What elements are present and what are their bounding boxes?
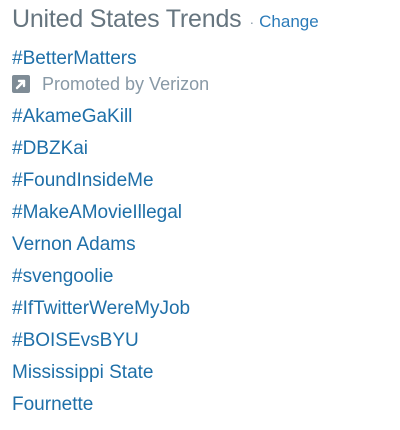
trend-item: Fournette	[12, 389, 392, 421]
promoted-trend-item: #BetterMatters Promoted by Verizon	[12, 45, 392, 96]
trend-link-fournette[interactable]: Fournette	[12, 389, 392, 421]
trend-list: #BetterMatters Promoted by Verizon #Akam…	[12, 45, 392, 421]
promoted-line: Promoted by Verizon	[12, 72, 392, 96]
trend-link-boisevsbyu[interactable]: #BOISEvsBYU	[12, 325, 392, 357]
trend-item: #svengoolie	[12, 261, 392, 293]
trend-link-makeamovieillegal[interactable]: #MakeAMovieIllegal	[12, 197, 392, 229]
trend-item: #FoundInsideMe	[12, 165, 392, 197]
trend-link-vernon-adams[interactable]: Vernon Adams	[12, 229, 392, 261]
trend-link-mississippi-state[interactable]: Mississippi State	[12, 357, 392, 389]
trend-item: #BOISEvsBYU	[12, 325, 392, 357]
trend-item: Vernon Adams	[12, 229, 392, 261]
trend-item: #IfTwitterWereMyJob	[12, 293, 392, 325]
trend-link-iftwitterweremyjob[interactable]: #IfTwitterWereMyJob	[12, 293, 392, 325]
trends-module: United States Trends · Change #BetterMat…	[0, 0, 400, 430]
trend-link-akamegakill[interactable]: #AkameGaKill	[12, 101, 392, 133]
change-location-link[interactable]: Change	[259, 12, 319, 32]
trend-item: Mississippi State	[12, 357, 392, 389]
trend-link-svengoolie[interactable]: #svengoolie	[12, 261, 392, 293]
trends-header: United States Trends · Change	[12, 5, 319, 37]
promoted-by-text: Promoted by Verizon	[42, 73, 210, 94]
trend-item: #MakeAMovieIllegal	[12, 197, 392, 229]
promoted-arrow-icon	[12, 75, 30, 93]
trend-item: #AkameGaKill	[12, 101, 392, 133]
trend-link-dbzkai[interactable]: #DBZKai	[12, 133, 392, 165]
trend-item: #DBZKai	[12, 133, 392, 165]
trends-title: United States Trends	[12, 5, 242, 33]
trend-link-bettermatters[interactable]: #BetterMatters	[12, 45, 392, 72]
trend-link-foundinsideme[interactable]: #FoundInsideMe	[12, 165, 392, 197]
header-separator: ·	[249, 14, 255, 30]
